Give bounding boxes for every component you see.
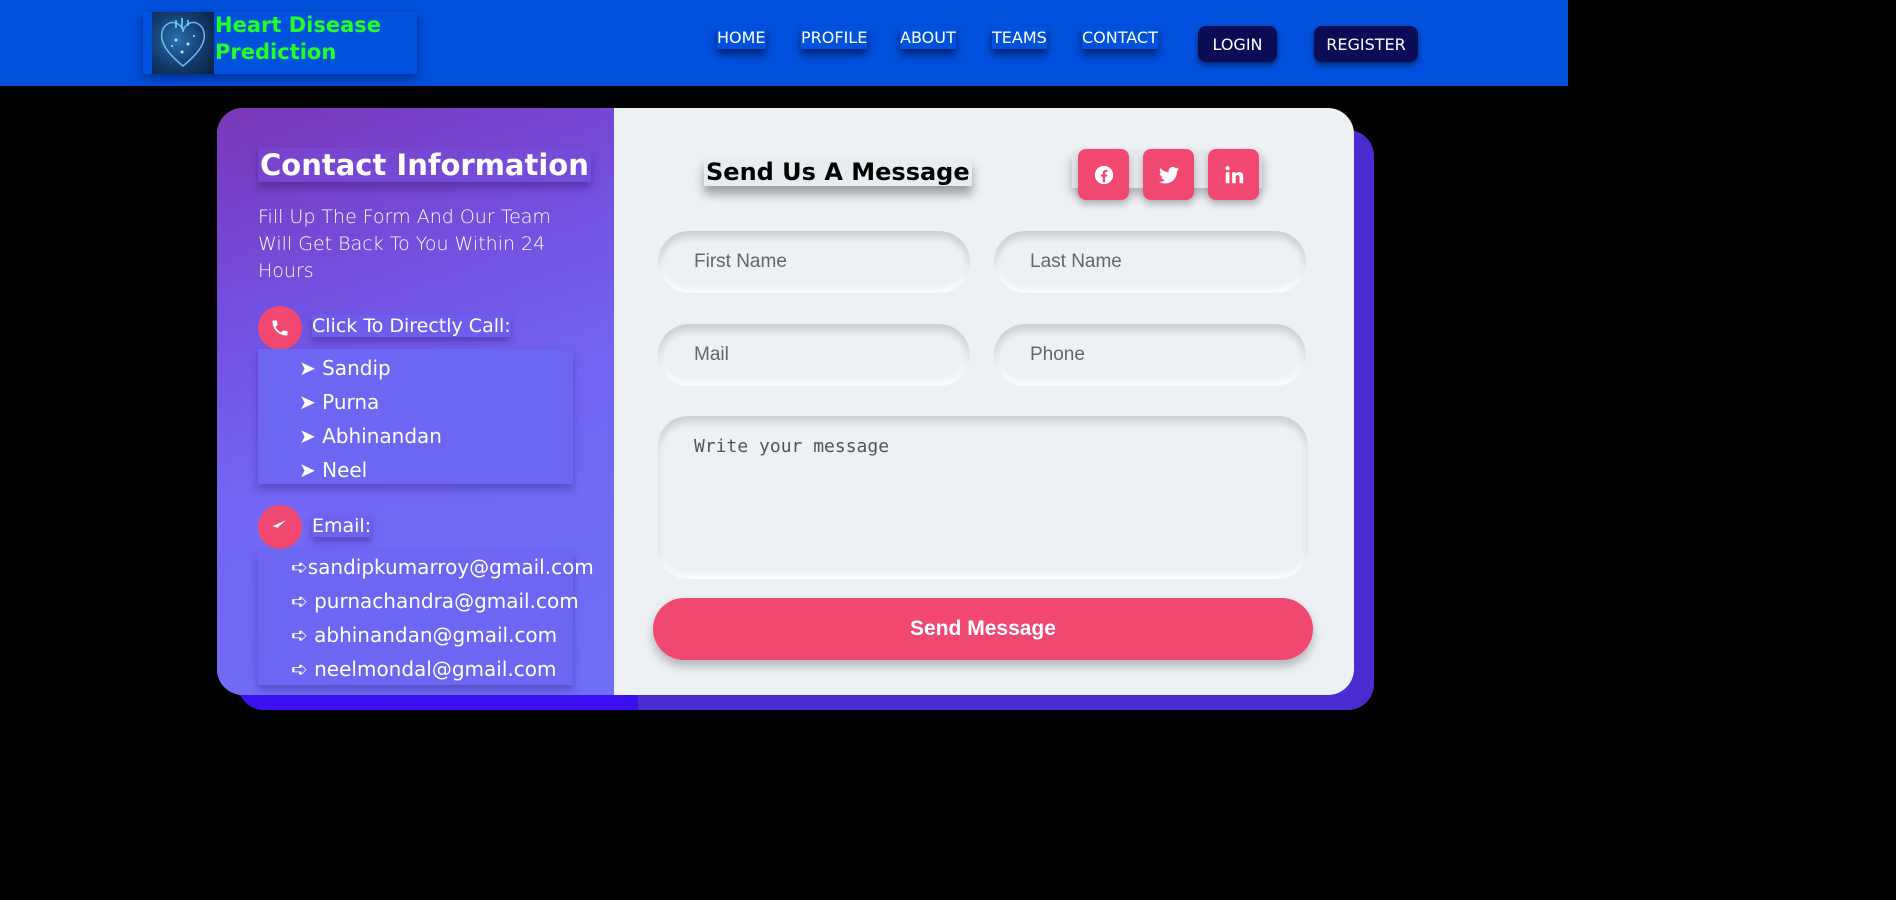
email-item-neel[interactable]: ➪ neelmondal@gmail.com <box>291 657 556 681</box>
call-label: Click To Directly Call: <box>312 315 511 337</box>
nav-link-teams[interactable]: TEAMS <box>992 26 1047 49</box>
email-list: ➪sandipkumarroy@gmail.com ➪ purnachandra… <box>258 550 594 685</box>
register-button[interactable]: REGISTER <box>1314 26 1418 62</box>
send-message-button[interactable]: Send Message <box>653 598 1313 660</box>
linkedin-icon[interactable] <box>1208 149 1259 200</box>
brand[interactable]: Heart Disease Prediction <box>143 12 417 74</box>
email-label: Email: <box>312 515 372 537</box>
form-title: Send Us A Message <box>704 158 972 186</box>
phone-icon <box>258 306 302 350</box>
nav-link-home[interactable]: HOME <box>717 26 766 49</box>
heart-logo-icon <box>152 12 214 74</box>
twitter-icon[interactable] <box>1143 149 1194 200</box>
call-item-sandip[interactable]: ➤ Sandip <box>299 356 391 380</box>
email-item-purna[interactable]: ➪ purnachandra@gmail.com <box>291 589 579 613</box>
email-item-abhinandan[interactable]: ➪ abhinandan@gmail.com <box>291 623 557 647</box>
call-item-purna[interactable]: ➤ Purna <box>299 390 379 414</box>
login-button[interactable]: LOGIN <box>1198 26 1277 62</box>
contact-info-subtitle: Fill Up The Form And Our Team Will Get B… <box>258 206 551 282</box>
last-name-input[interactable] <box>994 231 1306 293</box>
nav-link-contact[interactable]: CONTACT <box>1082 26 1158 49</box>
nav-link-about[interactable]: ABOUT <box>900 26 956 49</box>
paper-plane-icon <box>258 505 302 549</box>
call-item-neel[interactable]: ➤ Neel <box>299 458 367 482</box>
brand-title-line2: Prediction <box>215 40 337 64</box>
message-textarea[interactable] <box>658 416 1308 579</box>
contact-info-title: Contact Information <box>258 148 591 182</box>
mail-input[interactable] <box>658 324 970 386</box>
facebook-icon[interactable] <box>1078 149 1129 200</box>
email-item-sandip[interactable]: ➪sandipkumarroy@gmail.com <box>291 555 594 579</box>
brand-title: Heart Disease Prediction <box>215 12 415 66</box>
nav-link-profile[interactable]: PROFILE <box>801 26 868 49</box>
phone-input[interactable] <box>994 324 1306 386</box>
call-list: ➤ Sandip ➤ Purna ➤ Abhinandan ➤ Neel <box>258 349 573 484</box>
call-item-abhinandan[interactable]: ➤ Abhinandan <box>299 424 442 448</box>
first-name-input[interactable] <box>658 231 970 293</box>
navbar: Heart Disease Prediction HOME PROFILE AB… <box>0 0 1568 86</box>
contact-info-panel: Contact Information Fill Up The Form And… <box>217 108 614 695</box>
contact-card: Contact Information Fill Up The Form And… <box>217 108 1354 695</box>
brand-title-line1: Heart Disease <box>215 13 381 37</box>
